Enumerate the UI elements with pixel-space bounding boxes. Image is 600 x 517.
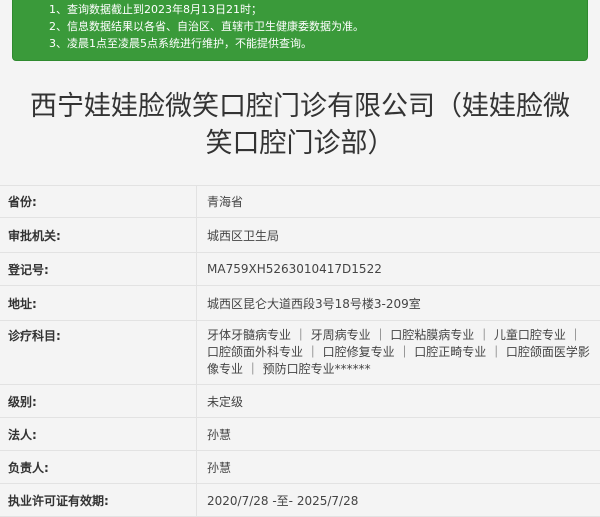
page-title: 西宁娃娃脸微笑口腔门诊有限公司（娃娃脸微 笑口腔门诊部）	[0, 88, 600, 162]
detail-table: 省份: 青海省 审批机关: 城西区卫生局 登记号: MA759XH5263010…	[0, 185, 600, 517]
notice-banner: 1、查询数据截止到2023年8月13日21时； 2、信息数据结果以各省、自治区、…	[12, 0, 588, 61]
detail-row-treatment-subjects: 诊疗科目: 牙体牙髓病专业 ｜ 牙周病专业 ｜ 口腔粘膜病专业 ｜ 儿童口腔专业…	[0, 321, 600, 385]
field-value: 2020/7/28 -至- 2025/7/28	[207, 493, 359, 508]
field-value: 孙慧	[207, 427, 232, 442]
field-label: 登记号:	[0, 253, 197, 285]
notice-line: 3、凌晨1点至凌晨5点系统进行维护，不能提供查询。	[49, 37, 312, 50]
detail-row-level: 级别: 未定级	[0, 385, 600, 418]
field-value: 城西区昆仑大道西段3号18号楼3-209室	[207, 296, 421, 311]
field-value: 孙慧	[207, 460, 232, 475]
detail-row-person-in-charge: 负责人: 孙慧	[0, 451, 600, 484]
field-label: 地址:	[0, 286, 197, 320]
field-label: 执业许可证有效期:	[0, 484, 197, 516]
field-value: 牙体牙髓病专业 ｜ 牙周病专业 ｜ 口腔粘膜病专业 ｜ 儿童口腔专业 ｜ 口腔颌…	[207, 328, 590, 376]
notice-line: 1、查询数据截止到2023年8月13日21时；	[49, 3, 262, 16]
field-label: 诊疗科目:	[0, 321, 197, 384]
detail-row-province: 省份: 青海省	[0, 185, 600, 218]
field-label: 审批机关:	[0, 218, 197, 252]
field-label: 负责人:	[0, 451, 197, 483]
detail-row-legal-person: 法人: 孙慧	[0, 418, 600, 451]
field-value: MA759XH5263010417D1522	[207, 262, 382, 276]
detail-row-license-validity: 执业许可证有效期: 2020/7/28 -至- 2025/7/28	[0, 484, 600, 517]
notice-line: 2、信息数据结果以各省、自治区、直辖市卫生健康委数据为准。	[49, 20, 364, 33]
field-value: 城西区卫生局	[207, 228, 280, 243]
field-label: 省份:	[0, 186, 197, 217]
page-title-line: 笑口腔门诊部）	[205, 128, 395, 159]
page-title-line: 西宁娃娃脸微笑口腔门诊有限公司（娃娃脸微	[30, 91, 570, 122]
field-label: 法人:	[0, 418, 197, 450]
detail-row-registration-number: 登记号: MA759XH5263010417D1522	[0, 253, 600, 286]
field-label: 级别:	[0, 385, 197, 417]
detail-row-address: 地址: 城西区昆仑大道西段3号18号楼3-209室	[0, 286, 600, 321]
detail-row-approval-authority: 审批机关: 城西区卫生局	[0, 218, 600, 253]
field-value: 青海省	[207, 195, 244, 209]
field-value: 未定级	[207, 394, 244, 409]
